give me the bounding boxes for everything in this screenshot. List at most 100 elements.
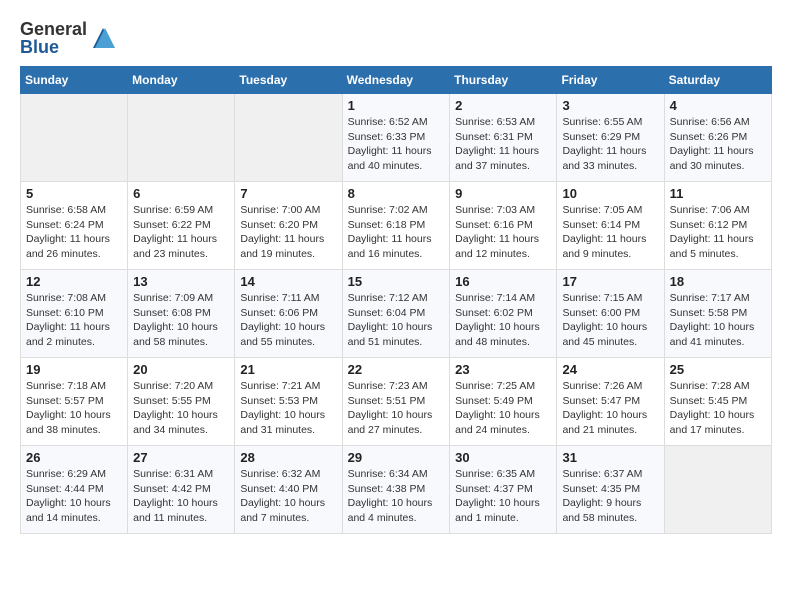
col-header-wednesday: Wednesday: [342, 67, 450, 94]
col-header-friday: Friday: [557, 67, 664, 94]
week-row-2: 5 Sunrise: 6:58 AM Sunset: 6:24 PM Daylig…: [21, 182, 772, 270]
day-number: 2: [455, 98, 551, 113]
day-cell: 30Sunrise: 6:35 AM Sunset: 4:37 PM Dayli…: [450, 446, 557, 534]
day-number: 10: [562, 186, 658, 201]
day-number: 17: [562, 274, 658, 289]
day-number: 23: [455, 362, 551, 377]
day-number: 1: [348, 98, 445, 113]
day-number: 20: [133, 362, 229, 377]
day-cell: 1 Sunrise: 6:52 AM Sunset: 6:33 PM Daylig…: [342, 94, 450, 182]
day-number: 7: [240, 186, 336, 201]
day-number: 22: [348, 362, 445, 377]
day-cell: 16Sunrise: 7:14 AM Sunset: 6:02 PM Dayli…: [450, 270, 557, 358]
day-number: 5: [26, 186, 122, 201]
day-cell: 19 Sunrise: 7:18 AM Sunset: 5:57 PM Dayli…: [21, 358, 128, 446]
day-number: 8: [348, 186, 445, 201]
day-cell: [128, 94, 235, 182]
day-number: 12: [26, 274, 122, 289]
day-cell: 28 Sunrise: 6:32 AM Sunset: 4:40 PM Dayli…: [235, 446, 342, 534]
day-info: Sunrise: 6:53 AM Sunset: 6:31 PM Dayligh…: [455, 115, 551, 174]
day-cell: 20 Sunrise: 7:20 AM Sunset: 5:55 PM Dayli…: [128, 358, 235, 446]
day-info: Sunrise: 6:37 AM Sunset: 4:35 PM Dayligh…: [562, 467, 658, 526]
day-info: Sunrise: 6:29 AM Sunset: 4:44 PM Dayligh…: [26, 467, 122, 526]
day-number: 30: [455, 450, 551, 465]
day-info: Sunrise: 7:14 AM Sunset: 6:02 PM Dayligh…: [455, 291, 551, 350]
day-cell: 26 Sunrise: 6:29 AM Sunset: 4:44 PM Dayli…: [21, 446, 128, 534]
day-info: Sunrise: 7:09 AM Sunset: 6:08 PM Dayligh…: [133, 291, 229, 350]
day-info: Sunrise: 6:32 AM Sunset: 4:40 PM Dayligh…: [240, 467, 336, 526]
day-cell: 12 Sunrise: 7:08 AM Sunset: 6:10 PM Dayli…: [21, 270, 128, 358]
logo-text: General Blue: [20, 20, 87, 56]
day-cell: 8 Sunrise: 7:02 AM Sunset: 6:18 PM Daylig…: [342, 182, 450, 270]
day-info: Sunrise: 7:05 AM Sunset: 6:14 PM Dayligh…: [562, 203, 658, 262]
day-cell: 10 Sunrise: 7:05 AM Sunset: 6:14 PM Dayli…: [557, 182, 664, 270]
day-cell: [664, 446, 771, 534]
page-header: General Blue: [20, 20, 772, 56]
day-info: Sunrise: 7:18 AM Sunset: 5:57 PM Dayligh…: [26, 379, 122, 438]
day-number: 29: [348, 450, 445, 465]
day-info: Sunrise: 6:59 AM Sunset: 6:22 PM Dayligh…: [133, 203, 229, 262]
day-info: Sunrise: 7:02 AM Sunset: 6:18 PM Dayligh…: [348, 203, 445, 262]
day-cell: 24 Sunrise: 7:26 AM Sunset: 5:47 PM Dayli…: [557, 358, 664, 446]
day-cell: 14 Sunrise: 7:11 AM Sunset: 6:06 PM Dayli…: [235, 270, 342, 358]
week-row-5: 26 Sunrise: 6:29 AM Sunset: 4:44 PM Dayli…: [21, 446, 772, 534]
day-number: 26: [26, 450, 122, 465]
calendar-table: SundayMondayTuesdayWednesdayThursdayFrid…: [20, 66, 772, 534]
week-row-1: 1 Sunrise: 6:52 AM Sunset: 6:33 PM Daylig…: [21, 94, 772, 182]
day-number: 27: [133, 450, 229, 465]
day-number: 21: [240, 362, 336, 377]
day-cell: 3Sunrise: 6:55 AM Sunset: 6:29 PM Daylig…: [557, 94, 664, 182]
logo-blue-text: Blue: [20, 38, 87, 56]
day-info: Sunrise: 7:08 AM Sunset: 6:10 PM Dayligh…: [26, 291, 122, 350]
col-header-saturday: Saturday: [664, 67, 771, 94]
day-number: 9: [455, 186, 551, 201]
day-number: 4: [670, 98, 766, 113]
day-info: Sunrise: 7:28 AM Sunset: 5:45 PM Dayligh…: [670, 379, 766, 438]
week-row-4: 19 Sunrise: 7:18 AM Sunset: 5:57 PM Dayli…: [21, 358, 772, 446]
day-number: 15: [348, 274, 445, 289]
day-info: Sunrise: 7:15 AM Sunset: 6:00 PM Dayligh…: [562, 291, 658, 350]
day-cell: 2 Sunrise: 6:53 AM Sunset: 6:31 PM Daylig…: [450, 94, 557, 182]
day-cell: 13 Sunrise: 7:09 AM Sunset: 6:08 PM Dayli…: [128, 270, 235, 358]
day-info: Sunrise: 7:26 AM Sunset: 5:47 PM Dayligh…: [562, 379, 658, 438]
day-cell: 17 Sunrise: 7:15 AM Sunset: 6:00 PM Dayli…: [557, 270, 664, 358]
day-info: Sunrise: 7:20 AM Sunset: 5:55 PM Dayligh…: [133, 379, 229, 438]
day-number: 19: [26, 362, 122, 377]
day-cell: 27 Sunrise: 6:31 AM Sunset: 4:42 PM Dayli…: [128, 446, 235, 534]
day-number: 28: [240, 450, 336, 465]
col-header-monday: Monday: [128, 67, 235, 94]
day-cell: 7 Sunrise: 7:00 AM Sunset: 6:20 PM Daylig…: [235, 182, 342, 270]
col-header-thursday: Thursday: [450, 67, 557, 94]
day-info: Sunrise: 7:23 AM Sunset: 5:51 PM Dayligh…: [348, 379, 445, 438]
day-info: Sunrise: 7:03 AM Sunset: 6:16 PM Dayligh…: [455, 203, 551, 262]
day-info: Sunrise: 6:52 AM Sunset: 6:33 PM Dayligh…: [348, 115, 445, 174]
col-header-sunday: Sunday: [21, 67, 128, 94]
day-cell: 21 Sunrise: 7:21 AM Sunset: 5:53 PM Dayli…: [235, 358, 342, 446]
day-number: 25: [670, 362, 766, 377]
day-info: Sunrise: 7:25 AM Sunset: 5:49 PM Dayligh…: [455, 379, 551, 438]
logo: General Blue: [20, 20, 117, 56]
logo-general-text: General: [20, 20, 87, 38]
day-cell: [21, 94, 128, 182]
day-cell: 31Sunrise: 6:37 AM Sunset: 4:35 PM Dayli…: [557, 446, 664, 534]
day-number: 18: [670, 274, 766, 289]
day-cell: 25 Sunrise: 7:28 AM Sunset: 5:45 PM Dayli…: [664, 358, 771, 446]
day-cell: 22 Sunrise: 7:23 AM Sunset: 5:51 PM Dayli…: [342, 358, 450, 446]
col-header-tuesday: Tuesday: [235, 67, 342, 94]
day-info: Sunrise: 7:21 AM Sunset: 5:53 PM Dayligh…: [240, 379, 336, 438]
day-info: Sunrise: 6:34 AM Sunset: 4:38 PM Dayligh…: [348, 467, 445, 526]
day-info: Sunrise: 7:11 AM Sunset: 6:06 PM Dayligh…: [240, 291, 336, 350]
day-number: 14: [240, 274, 336, 289]
day-info: Sunrise: 6:58 AM Sunset: 6:24 PM Dayligh…: [26, 203, 122, 262]
day-info: Sunrise: 7:00 AM Sunset: 6:20 PM Dayligh…: [240, 203, 336, 262]
day-info: Sunrise: 6:31 AM Sunset: 4:42 PM Dayligh…: [133, 467, 229, 526]
day-info: Sunrise: 7:06 AM Sunset: 6:12 PM Dayligh…: [670, 203, 766, 262]
week-row-3: 12 Sunrise: 7:08 AM Sunset: 6:10 PM Dayli…: [21, 270, 772, 358]
calendar-header-row: SundayMondayTuesdayWednesdayThursdayFrid…: [21, 67, 772, 94]
day-info: Sunrise: 6:55 AM Sunset: 6:29 PM Dayligh…: [562, 115, 658, 174]
day-info: Sunrise: 6:56 AM Sunset: 6:26 PM Dayligh…: [670, 115, 766, 174]
day-number: 24: [562, 362, 658, 377]
day-number: 13: [133, 274, 229, 289]
day-cell: 18Sunrise: 7:17 AM Sunset: 5:58 PM Dayli…: [664, 270, 771, 358]
day-number: 6: [133, 186, 229, 201]
